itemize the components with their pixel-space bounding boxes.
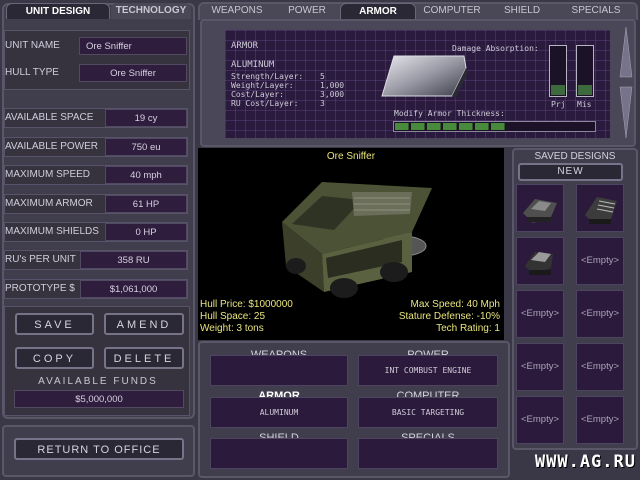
armor-thickness-fill [395,123,505,130]
max-speed: Max Speed: 40 Mph [410,299,501,310]
unit-name-field[interactable]: Ore Sniffer [79,37,187,55]
armor-prop-label: RU Cost/Layer: [231,99,299,108]
available-funds-value: $5,000,000 [14,390,184,408]
saved-design-slot-empty[interactable]: <Empty> [516,343,564,391]
armor-thickness-slider[interactable] [393,121,596,132]
vehicle-image [262,162,442,302]
tab-power[interactable]: POWER [276,3,338,19]
hull-type-field[interactable]: Ore Sniffer [79,64,187,82]
maximum-armor-label: MAXIMUM ARMOR [5,198,93,209]
armor-heading: ARMOR [231,41,259,51]
maximum-speed-value: 40 mph [105,166,187,184]
maximum-speed-label: MAXIMUM SPEED [5,169,91,180]
damage-absorption-label: Damage Absorption: [452,44,539,53]
saved-design-slot-empty[interactable]: <Empty> [576,396,624,444]
armor-prop-value: 5 [320,72,325,81]
tab-specials[interactable]: SPECIALS [560,3,632,19]
thickness-segment [491,123,505,130]
prj-label: Prj [551,100,566,109]
armor-prop-label: Weight/Layer: [231,81,294,90]
prj-gauge-fill [551,85,565,95]
tab-armor[interactable]: ARMOR [340,3,416,19]
return-to-office-button[interactable]: RETURN TO OFFICE [14,438,184,460]
mis-label: Mis [577,100,592,109]
mis-gauge [576,45,594,97]
delete-button[interactable]: DELETE [104,347,184,369]
armor-prop-label: Strength/Layer: [231,72,304,81]
tab-unit-design[interactable]: UNIT DESIGN [6,3,110,19]
thickness-segment [459,123,473,130]
unit-title: Ore Sniffer [326,151,376,162]
available-space-label: AVAILABLE SPACE [5,112,94,123]
tab-computer[interactable]: COMPUTER [418,3,486,19]
saved-design-slot[interactable] [516,237,564,285]
maximum-shields-label: MAXIMUM SHIELDS [5,226,99,237]
maximum-shields-value: 0 HP [105,223,187,241]
available-power-label: AVAILABLE POWER [5,141,98,152]
computer-slot[interactable]: BASIC TARGETING [358,397,498,428]
weapons-slot[interactable] [210,355,348,386]
prj-gauge [549,45,567,97]
maximum-armor-value: 61 HP [105,195,187,213]
saved-design-slot-empty[interactable]: <Empty> [576,290,624,338]
unit-weight: Weight: 3 tons [200,323,264,334]
armor-slot[interactable]: ALUMINUM [210,397,348,428]
available-space-value: 19 cy [105,109,187,127]
mis-gauge-fill [578,85,592,95]
saved-design-slot-empty[interactable]: <Empty> [516,290,564,338]
unit-name-label: UNIT NAME [5,40,60,51]
armor-prop-value: 3 [320,99,325,108]
armor-prop-label: Cost/Layer: [231,90,284,99]
prototype-cost-label: PROTOTYPE $ [5,283,75,294]
vehicle-thumbnail-icon [525,252,553,275]
stature-defense: Stature Defense: -10% [398,311,500,322]
available-funds-label: AVAILABLE FUNDS [38,376,158,387]
armor-thickness-label: Modify Armor Thickness: [394,109,505,118]
new-design-button[interactable]: NEW [518,163,623,181]
available-power-value: 750 eu [105,138,187,156]
ru-per-unit-value: 358 RU [80,251,187,269]
thickness-segment [443,123,457,130]
armor-plate-image [378,52,470,100]
hull-price: Hull Price: $1000000 [200,299,293,310]
save-button[interactable]: SAVE [15,313,94,335]
vehicle-thumbnail-icon [523,199,557,223]
ru-per-unit-label: RU's PER UNIT [5,254,76,265]
amend-button[interactable]: AMEND [104,313,184,335]
saved-design-slot-empty[interactable]: <Empty> [576,237,624,285]
thickness-segment [411,123,425,130]
thickness-segment [427,123,441,130]
hull-type-label: HULL TYPE [5,67,59,78]
thickness-segment [475,123,489,130]
prototype-cost-value: $1,061,000 [80,280,187,298]
shield-slot[interactable] [210,438,348,469]
armor-name: ALUMINUM [231,60,275,70]
power-slot[interactable]: INT COMBUST ENGINE [358,355,498,386]
tech-rating: Tech Rating: 1 [436,323,500,334]
armor-prop-value: 1,000 [320,81,345,90]
saved-designs-title: SAVED DESIGNS [534,151,616,162]
watermark: WWW.AG.RU [534,452,636,472]
hull-space: Hull Space: 25 [200,311,266,322]
saved-design-slot[interactable] [516,184,564,232]
tab-technology[interactable]: TECHNOLOGY [111,3,191,19]
info-scroll[interactable] [619,25,633,140]
saved-design-slot-empty[interactable]: <Empty> [576,343,624,391]
tab-shield[interactable]: SHIELD [490,3,554,19]
vehicle-thumbnail-icon [585,197,617,224]
tab-weapons[interactable]: WEAPONS [204,3,270,19]
saved-design-slot[interactable] [576,184,624,232]
saved-design-slot-empty[interactable]: <Empty> [516,396,564,444]
copy-button[interactable]: COPY [15,347,94,369]
thickness-segment [395,123,409,130]
armor-prop-value: 3,000 [320,90,345,99]
specials-slot[interactable] [358,438,498,469]
